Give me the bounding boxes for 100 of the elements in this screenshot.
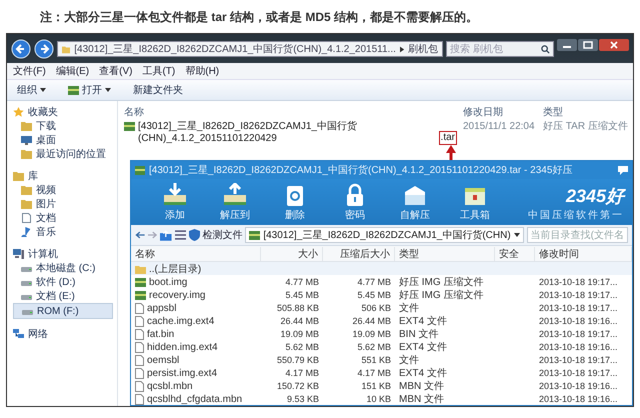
check-files-button[interactable]: 检测文件	[189, 228, 242, 242]
nav-group[interactable]: 网络	[13, 327, 117, 341]
table-cell-text: 2013-10-18 19:17...	[538, 368, 619, 378]
folder-up-icon[interactable]	[160, 230, 172, 240]
menu-item[interactable]: 工具(T)	[142, 64, 176, 78]
toolbar-button[interactable]: 删除	[275, 183, 315, 222]
column-header[interactable]: 名称	[131, 246, 261, 260]
column-header[interactable]: 名称	[124, 103, 463, 121]
table-cell-text: 551 KB	[360, 355, 392, 365]
file-name[interactable]: boot.img	[149, 276, 188, 288]
column-header[interactable]: 类型	[543, 103, 633, 121]
file-icon	[135, 342, 144, 352]
nav-item[interactable]: 最近访问的位置	[13, 147, 117, 161]
nav-item[interactable]: ROM (F:)	[13, 303, 113, 319]
folder-icon	[21, 149, 32, 159]
file-name[interactable]: qcsbl.mbn	[147, 380, 193, 392]
column-header[interactable]: 类型	[395, 246, 495, 260]
toolbar-button[interactable]: 工具箱	[455, 183, 495, 222]
nav-item[interactable]: 本地磁盘 (C:)	[13, 261, 117, 275]
music-note-icon	[21, 227, 32, 237]
column-header[interactable]: 压缩后大小	[323, 246, 395, 260]
file-name[interactable]: fat.bin	[147, 328, 174, 340]
table-cell-text: 2015/11/1 22:04	[463, 121, 536, 133]
table-cell-text: EXT4 文件	[398, 366, 448, 380]
nav-item[interactable]: 下载	[13, 119, 117, 133]
column-header[interactable]: 大小	[261, 246, 323, 260]
file-name[interactable]: recovery.img	[149, 290, 206, 300]
table-cell-text: MBN 文件	[398, 392, 445, 406]
table-cell-text: 26.44 MB	[279, 316, 320, 326]
nav-item[interactable]: 软件 (D:)	[13, 275, 117, 289]
document-icon	[21, 213, 32, 223]
nav-item[interactable]: 文档	[13, 211, 117, 225]
maximize-icon[interactable]	[578, 39, 598, 51]
note-text: 注：大部分三星一体包文件都是 tar 结构，或者是 MD5 结构，都是不需要解压的。	[39, 9, 480, 26]
address-bar[interactable]: [43012]_三星_I8262D_I8262DZCAMJ1_中国行货(CHN)_4.1.2_201511... 刷机包	[57, 41, 443, 57]
toolbar-button[interactable]: 自解压	[395, 183, 435, 222]
archive-icon	[249, 230, 260, 240]
file-name[interactable]: persist.img.ext4	[147, 368, 218, 378]
column-header[interactable]: 安全	[495, 246, 535, 260]
file-name[interactable]: hidden.img.ext4	[147, 342, 218, 352]
close-icon[interactable]	[599, 39, 629, 51]
box-up-arrow-icon	[222, 183, 248, 207]
box-down-arrow-icon	[162, 183, 188, 207]
menu-item[interactable]: 帮助(H)	[185, 64, 220, 78]
table-cell-text: 151 KB	[360, 381, 392, 391]
toolbar-button[interactable]: 新建文件夹	[131, 82, 185, 98]
nav-item[interactable]: 图片	[13, 197, 117, 211]
chevron-icon[interactable]	[400, 46, 404, 52]
menu-item[interactable]: 文件(F)	[13, 64, 46, 78]
column-header[interactable]: 修改日期	[463, 103, 543, 121]
table-cell-text: 2013-10-18 19:16...	[538, 381, 619, 391]
address-segment[interactable]: [43012]_三星_I8262D_I8262DZCAMJ1_中国行货(CHN)_4.1.2_201511...	[74, 42, 396, 56]
column-header[interactable]: 修改时间	[535, 246, 632, 260]
file-name[interactable]: cache.img.ext4	[147, 316, 214, 326]
file-name[interactable]: appsbl	[147, 302, 176, 314]
table-cell-text: 4.77 MB	[284, 277, 320, 287]
nav-group[interactable]: 计算机	[13, 247, 117, 261]
table-cell-text: 5.62 MB	[356, 342, 392, 352]
table-cell-text: 150.72 KB	[276, 381, 320, 391]
file-name[interactable]: [43012]_三星_I8262D_I8262DZCAMJ1_中国行货(CHN)_4.1.2_20151101220429	[138, 121, 436, 145]
table-cell-text: 2013-10-18 19:16...	[538, 316, 619, 326]
file-name[interactable]: qcsblhd_cfgdata.mbn	[147, 394, 242, 404]
table-cell-text: 2013-10-18 19:16...	[538, 394, 619, 404]
back-arrow-icon[interactable]	[135, 231, 145, 239]
table-cell-text: 5.45 MB	[284, 290, 320, 300]
nav-item[interactable]: 视频	[13, 183, 117, 197]
toolbar-button[interactable]: 打开	[66, 82, 113, 98]
table-cell-text: 19.09 MB	[279, 329, 320, 339]
file-name[interactable]: oemsbl	[147, 354, 180, 366]
toolbar-button[interactable]: 添加	[155, 183, 195, 222]
file-name[interactable]: ..(上层目录)	[149, 262, 202, 276]
toolbar-button[interactable]: 解压到	[215, 183, 255, 222]
list-view-icon[interactable]	[174, 230, 186, 240]
nav-item[interactable]: 音乐	[13, 225, 117, 239]
nav-group[interactable]: 库	[13, 169, 117, 183]
menu-item[interactable]: 查看(V)	[99, 64, 132, 78]
caret-icon	[514, 233, 520, 237]
computer-icon	[13, 249, 24, 259]
archive-icon	[135, 166, 145, 174]
toolbar-button[interactable]: 密码	[335, 183, 375, 222]
menu-item[interactable]: 编辑(E)	[56, 64, 90, 78]
table-cell-text: 文件	[398, 302, 420, 315]
table-cell-text: 好压 IMG 压缩文件	[398, 276, 484, 289]
forward-button[interactable]	[34, 39, 54, 59]
back-button[interactable]	[11, 39, 31, 59]
nav-item[interactable]: 桌面	[13, 133, 117, 147]
file-icon	[135, 302, 144, 314]
archive-path-dropdown[interactable]: [43012]_三星_I8262D_I8262DZCAMJ1_中国行货(CHN)	[245, 227, 524, 243]
table-cell-text: 19.09 MB	[351, 329, 392, 339]
pointer-arrow	[444, 145, 457, 160]
search-icon	[541, 44, 550, 54]
speech-bubble-icon[interactable]	[618, 166, 628, 174]
file-icon	[135, 316, 144, 326]
minimize-icon[interactable]	[557, 39, 577, 51]
nav-item[interactable]: 文档 (E:)	[13, 289, 117, 303]
table-cell-text: 550.79 KB	[276, 355, 320, 365]
address-segment[interactable]: 刷机包	[408, 42, 438, 56]
nav-group[interactable]: 收藏夹	[13, 105, 117, 119]
toolbar-button[interactable]: 组织	[15, 82, 48, 98]
table-cell-text: 2013-10-18 19:17...	[538, 329, 619, 339]
